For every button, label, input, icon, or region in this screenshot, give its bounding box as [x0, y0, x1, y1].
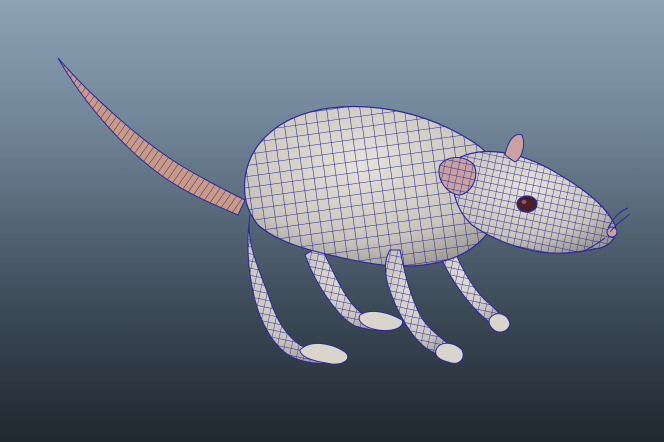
eye: [516, 195, 538, 213]
nose: [606, 226, 618, 238]
far-front-paw: [488, 313, 511, 333]
tail: [57, 57, 246, 216]
near-front-paw: [435, 342, 464, 364]
rat-model-render[interactable]: [0, 0, 664, 442]
3d-viewport[interactable]: [0, 0, 664, 442]
